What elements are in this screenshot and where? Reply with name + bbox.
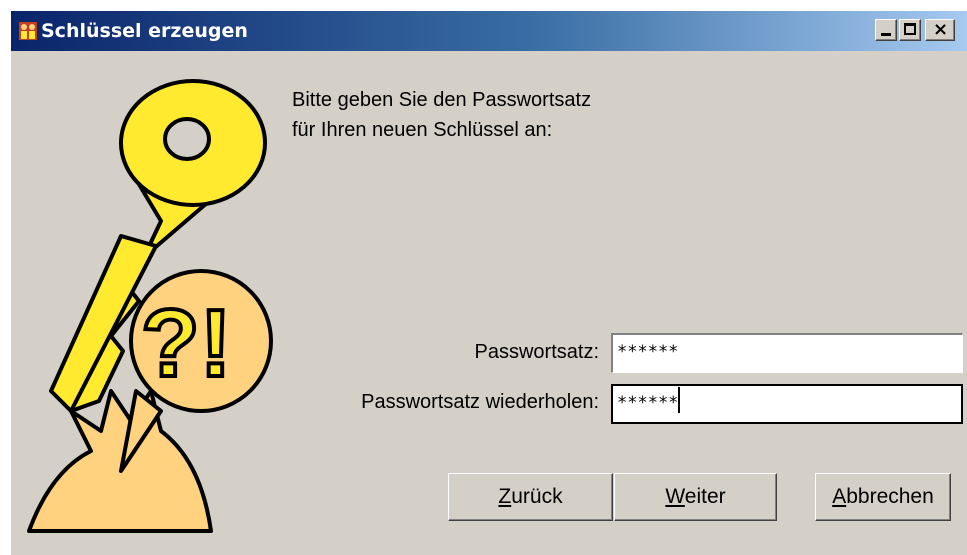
passphrase-value: ******: [617, 342, 679, 362]
app-icon: [19, 22, 37, 40]
minimize-icon: [881, 33, 891, 36]
close-icon: ×: [933, 19, 949, 40]
svg-text:?!: ?!: [141, 290, 232, 397]
instruction-line-1: Bitte geben Sie den Passwortsatz: [292, 89, 592, 111]
back-mnemonic: Z: [498, 485, 512, 508]
repeat-passphrase-label: Passwortsatz wiederholen:: [361, 391, 599, 413]
next-label: eiter: [684, 485, 726, 508]
cancel-button[interactable]: Abbrechen: [815, 473, 951, 521]
text-caret: [678, 387, 681, 413]
passphrase-input[interactable]: ******: [611, 333, 963, 373]
repeat-passphrase-input[interactable]: ******: [611, 384, 963, 424]
back-label: urück: [511, 485, 563, 508]
maximize-button[interactable]: [899, 19, 921, 41]
key-dialog-window: Schlüssel erzeugen × ?! Bitte geben Sie …: [10, 10, 967, 555]
instruction-line-2: für Ihren neuen Schlüssel an:: [292, 119, 553, 141]
title-bar[interactable]: Schlüssel erzeugen ×: [11, 11, 967, 51]
passphrase-label: Passwortsatz:: [474, 341, 599, 363]
back-button[interactable]: Zurück: [448, 473, 613, 521]
cancel-mnemonic: A: [832, 485, 847, 508]
cancel-label: bbrechen: [846, 485, 934, 508]
next-button[interactable]: Weiter: [614, 473, 777, 521]
maximize-icon: [904, 23, 916, 35]
minimize-button[interactable]: [875, 19, 897, 41]
next-mnemonic: W: [665, 485, 685, 508]
window-title: Schlüssel erzeugen: [41, 20, 248, 42]
key-question-illustration: ?!: [27, 79, 273, 533]
instruction-text: Bitte geben Sie den Passwortsatz für Ihr…: [292, 85, 812, 145]
close-button[interactable]: ×: [925, 19, 955, 41]
repeat-passphrase-value: ******: [617, 393, 679, 413]
